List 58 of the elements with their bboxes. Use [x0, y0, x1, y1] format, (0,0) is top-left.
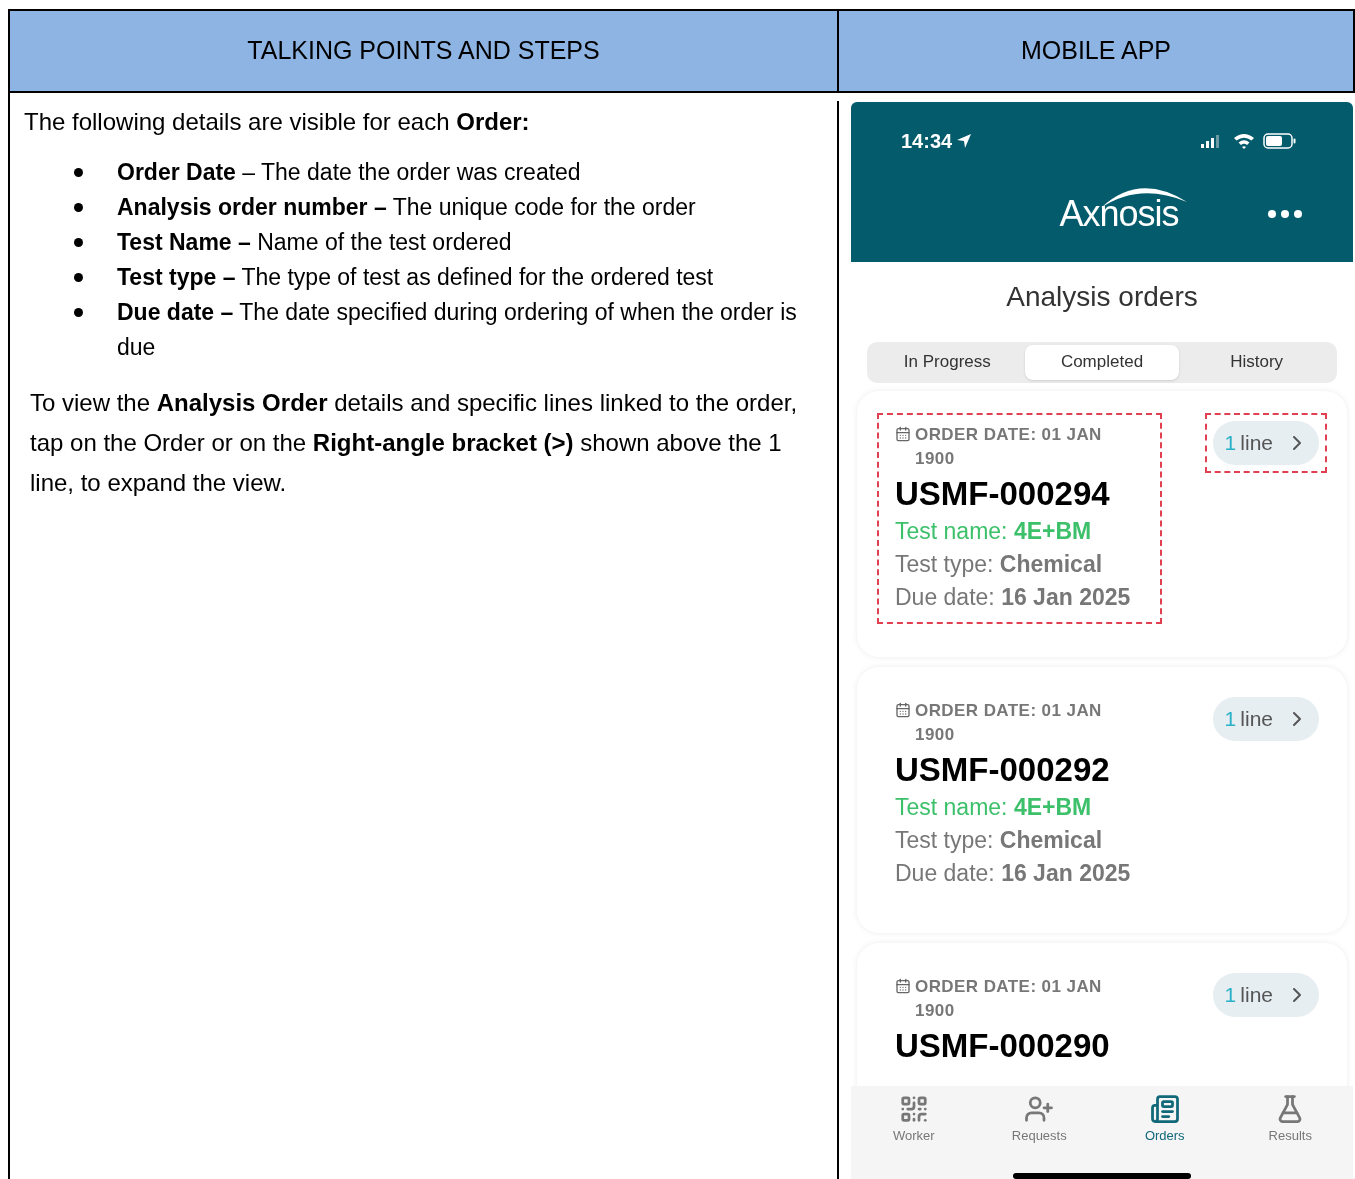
order-date: ORDER DATE: 01 JAN 1900 — [915, 423, 1103, 470]
order-number: USMF-000292 — [895, 749, 1111, 790]
bullet-text: Due date – The date specified during ordering of when the order is due — [117, 297, 798, 362]
calendar-icon — [895, 425, 911, 442]
test-name: Test name: 4E+BM — [895, 792, 1093, 822]
order-number: USMF-000290 — [895, 1025, 1111, 1066]
lines-button[interactable]: 1 line — [1212, 972, 1319, 1017]
lines-button[interactable]: 1 line — [1212, 696, 1319, 741]
wifi-icon — [1233, 132, 1255, 149]
segment-tab[interactable]: History — [1179, 344, 1334, 380]
segment-tab[interactable]: In Progress — [870, 344, 1025, 380]
test-name: Test name: 4E+BM — [895, 516, 1093, 546]
test-type: Test type: Chemical — [895, 825, 1104, 855]
order-date: ORDER DATE: 01 JAN 1900 — [915, 699, 1103, 746]
instruction-text: To view the Analysis Order details and specific lines linked to the order, tap on the Order or on the Right-angle bracket (>) shown above the 1 line, to expand the view. — [30, 387, 799, 498]
order-date: ORDER DATE: 01 JAN 1900 — [915, 975, 1103, 1022]
page-title: Analysis orders — [1005, 279, 1199, 314]
due-date: Due date: 16 Jan 2025 — [895, 582, 1132, 612]
lines-button[interactable]: 1 line — [1212, 420, 1319, 465]
test-type: Test type: Chemical — [895, 549, 1104, 579]
line-count: 1 — [1224, 705, 1237, 732]
more-icon[interactable] — [1267, 208, 1303, 219]
tab-bar-item[interactable]: Worker — [851, 1093, 977, 1145]
status-time: 14:34 — [901, 128, 953, 154]
qr-code-icon — [898, 1093, 929, 1124]
calendar-icon — [895, 701, 911, 718]
line-label: line — [1240, 429, 1273, 456]
column-header: TALKING POINTS AND STEPS — [10, 11, 839, 93]
newspaper-icon — [1149, 1093, 1180, 1124]
order-card[interactable]: ORDER DATE: 01 JAN 1900 USMF-000292 Test name: 4E+BM Test type: Chemical Due date: 16 Jan 2025 1 line — [857, 666, 1347, 933]
line-label: line — [1240, 705, 1273, 732]
bullet-text: Analysis order number – The unique code for the order — [117, 192, 696, 222]
column-header: MOBILE APP — [839, 11, 1355, 93]
line-label: line — [1240, 981, 1273, 1008]
order-card[interactable]: ORDER DATE: 01 JAN 1900 USMF-000294 Test name: 4E+BM Test type: Chemical Due date: 16 Jan 2025 1 line — [857, 390, 1347, 657]
tab-bar-item[interactable]: Requests — [976, 1093, 1102, 1145]
bullet-text: Order Date – The date the order was created — [117, 157, 581, 187]
add-person-icon — [1024, 1093, 1055, 1124]
calendar-icon — [895, 977, 911, 994]
line-count: 1 — [1224, 429, 1237, 456]
bullet-icon — [74, 307, 83, 317]
bullet-text: Test type – The type of test as defined for the ordered test — [117, 262, 714, 292]
intro-text: The following details are visible for each Order: — [24, 106, 531, 137]
order-card[interactable]: ORDER DATE: 01 JAN 1900 USMF-000290 1 line — [857, 942, 1347, 1086]
bullet-icon — [74, 237, 83, 247]
bullet-icon — [74, 272, 83, 282]
tab-bar-item[interactable]: Results — [1227, 1093, 1353, 1145]
bullet-text: Test Name – Name of the test ordered — [117, 227, 512, 257]
tab-bar-item[interactable]: Orders — [1102, 1093, 1228, 1145]
location-arrow-icon — [956, 132, 973, 149]
app-logo: Axnosis — [1059, 179, 1185, 236]
order-number: USMF-000294 — [895, 473, 1111, 514]
line-count: 1 — [1224, 981, 1237, 1008]
bullet-icon — [74, 167, 83, 177]
due-date: Due date: 16 Jan 2025 — [895, 858, 1132, 888]
bullet-icon — [74, 202, 83, 212]
battery-icon — [1263, 132, 1297, 149]
segment-tab[interactable]: Completed — [1024, 344, 1180, 380]
